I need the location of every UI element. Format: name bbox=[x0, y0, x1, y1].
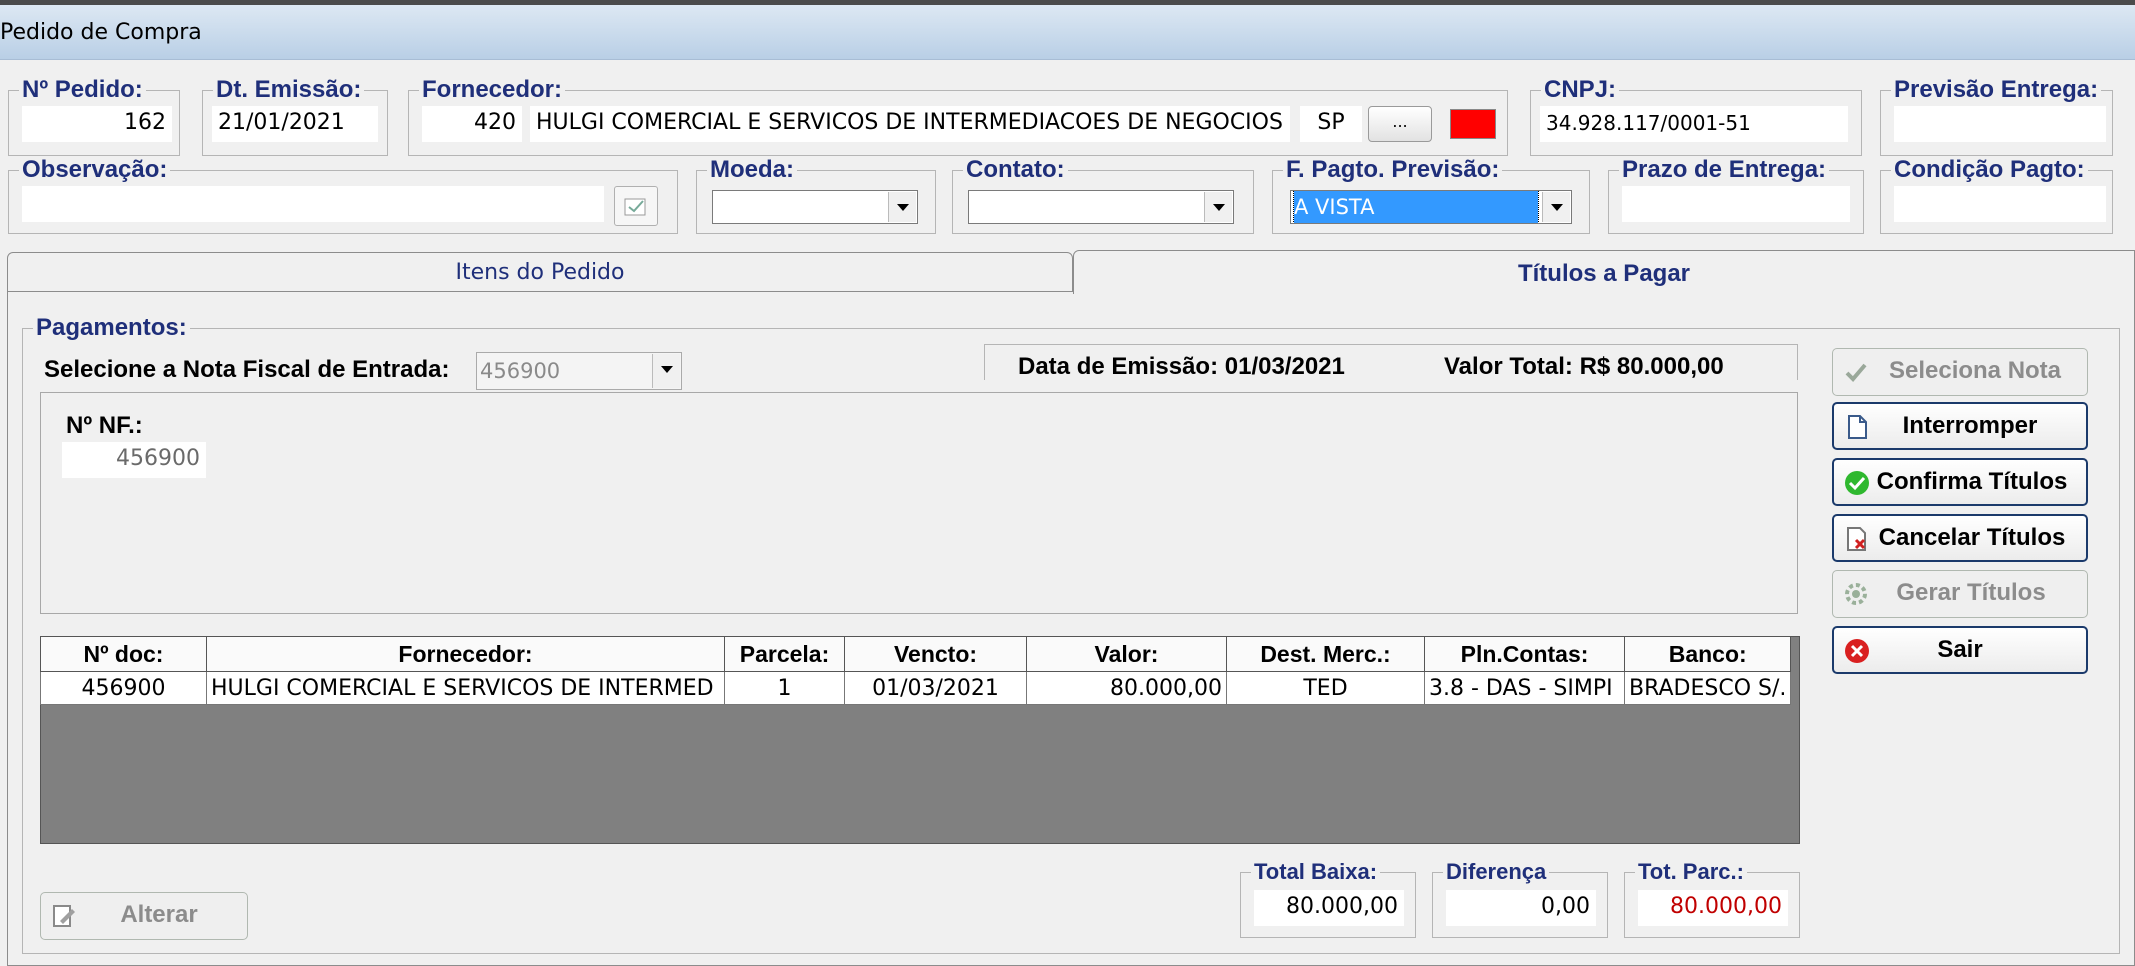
alterar-button[interactable]: Alterar bbox=[40, 892, 248, 940]
nota-fiscal-label: Selecione a Nota Fiscal de Entrada: bbox=[44, 356, 450, 383]
diferenca-field[interactable]: 0,00 bbox=[1446, 890, 1596, 926]
confirma-titulos-label: Confirma Títulos bbox=[1876, 468, 2068, 495]
fornecedor-status-indicator bbox=[1450, 109, 1496, 139]
prazo-entrega-field[interactable] bbox=[1622, 186, 1850, 222]
tab-itens-pedido[interactable]: Itens do Pedido bbox=[7, 252, 1073, 292]
seleciona-nota-button[interactable]: Seleciona Nota bbox=[1832, 348, 2088, 396]
observacao-label: Observação: bbox=[22, 156, 168, 183]
table-cell[interactable]: TED bbox=[1226, 671, 1425, 705]
confirm-check-icon bbox=[1845, 471, 1869, 495]
contato-select[interactable] bbox=[968, 190, 1234, 224]
chevron-down-icon[interactable] bbox=[1204, 192, 1232, 222]
table-cell[interactable]: BRADESCO S/. bbox=[1623, 671, 1792, 705]
chevron-down-icon[interactable] bbox=[652, 354, 680, 388]
cancelar-titulos-label: Cancelar Títulos bbox=[1878, 524, 2066, 551]
check-icon bbox=[1845, 363, 1867, 382]
valor-total-text: Valor Total: R$ 80.000,00 bbox=[1444, 353, 1724, 380]
confirma-titulos-button[interactable]: Confirma Títulos bbox=[1832, 458, 2088, 506]
seleciona-nota-label: Seleciona Nota bbox=[1888, 357, 2062, 384]
condicao-pagto-label: Condição Pagto: bbox=[1894, 156, 2085, 183]
fornecedor-lookup-button[interactable]: ... bbox=[1368, 106, 1432, 142]
condicao-pagto-field[interactable] bbox=[1894, 186, 2106, 222]
nf-panel bbox=[40, 392, 1798, 614]
table-cell[interactable]: 3.8 - DAS - SIMPI bbox=[1424, 671, 1625, 705]
column-header[interactable]: Vencto: bbox=[844, 636, 1027, 672]
column-header[interactable]: Pln.Contas: bbox=[1424, 636, 1625, 672]
pagamentos-label: Pagamentos: bbox=[36, 314, 187, 341]
fornecedor-name-field[interactable]: HULGI COMERCIAL E SERVICOS DE INTERMEDIA… bbox=[530, 106, 1290, 142]
sair-button[interactable]: Sair bbox=[1832, 626, 2088, 674]
table-row[interactable]: 456900 HULGI COMERCIAL E SERVICOS DE INT… bbox=[40, 671, 1792, 705]
sair-label: Sair bbox=[1937, 636, 1983, 663]
contato-label: Contato: bbox=[966, 156, 1065, 183]
gerar-titulos-label: Gerar Títulos bbox=[1896, 579, 2046, 606]
total-baixa-field[interactable]: 80.000,00 bbox=[1254, 890, 1404, 926]
document-icon bbox=[1848, 415, 1867, 439]
table-cell[interactable]: HULGI COMERCIAL E SERVICOS DE INTERMED bbox=[206, 671, 725, 705]
tot-parc-field[interactable]: 80.000,00 bbox=[1638, 890, 1788, 926]
column-header[interactable]: Parcela: bbox=[724, 636, 845, 672]
observacao-edit-button[interactable] bbox=[614, 186, 658, 226]
chevron-down-icon[interactable] bbox=[888, 192, 916, 222]
column-header[interactable]: Dest. Merc.: bbox=[1226, 636, 1425, 672]
prazo-entrega-label: Prazo de Entrega: bbox=[1622, 156, 1827, 183]
data-emissao-text: Data de Emissão: 01/03/2021 bbox=[1018, 353, 1345, 380]
table-cell[interactable]: 1 bbox=[724, 671, 845, 705]
window-title-bar: Pedido de Compra bbox=[0, 0, 2135, 60]
fornecedor-code-field[interactable]: 420 bbox=[422, 106, 522, 142]
cnpj-field[interactable]: 34.928.117/0001-51 bbox=[1540, 106, 1848, 142]
table-cell[interactable]: 456900 bbox=[40, 671, 207, 705]
total-baixa-label: Total Baixa: bbox=[1254, 859, 1378, 884]
fornecedor-uf-field[interactable]: SP bbox=[1300, 106, 1362, 142]
gerar-titulos-button[interactable]: Gerar Títulos bbox=[1832, 570, 2088, 618]
diferenca-label: Diferença bbox=[1446, 859, 1547, 884]
window-title: Pedido de Compra bbox=[0, 20, 202, 45]
nota-fiscal-value: 456900 bbox=[480, 359, 561, 383]
emissao-field[interactable]: 21/01/2021 bbox=[212, 106, 378, 142]
moeda-select[interactable] bbox=[712, 190, 918, 224]
table-cell[interactable]: 01/03/2021 bbox=[844, 671, 1027, 705]
cnpj-label: CNPJ: bbox=[1544, 76, 1617, 103]
emissao-label: Dt. Emissão: bbox=[216, 76, 362, 103]
edit-icon bbox=[53, 905, 75, 927]
nota-fiscal-select[interactable]: 456900 bbox=[476, 352, 682, 390]
table-cell[interactable]: 80.000,00 bbox=[1026, 671, 1227, 705]
titulos-grid: Nº doc: Fornecedor: Parcela: Vencto: Val… bbox=[40, 636, 1792, 705]
nf-label: Nº NF.: bbox=[66, 412, 143, 439]
pedido-field[interactable]: 162 bbox=[22, 106, 172, 142]
interromper-button[interactable]: Interromper bbox=[1832, 402, 2088, 450]
moeda-label: Moeda: bbox=[710, 156, 794, 183]
gear-icon bbox=[1845, 583, 1867, 605]
f-pagto-select[interactable]: A VISTA bbox=[1290, 190, 1572, 224]
f-pagto-label: F. Pagto. Previsão: bbox=[1286, 156, 1500, 183]
tab-titulos-pagar[interactable]: Títulos a Pagar bbox=[1073, 250, 2135, 294]
chevron-down-icon[interactable] bbox=[1542, 192, 1570, 222]
column-header[interactable]: Nº doc: bbox=[40, 636, 207, 672]
previsao-entrega-label: Previsão Entrega: bbox=[1894, 76, 2099, 103]
tot-parc-label: Tot. Parc.: bbox=[1638, 859, 1744, 884]
previsao-entrega-field[interactable] bbox=[1894, 106, 2106, 142]
grid-header-row: Nº doc: Fornecedor: Parcela: Vencto: Val… bbox=[40, 636, 1792, 672]
document-delete-icon bbox=[1847, 527, 1866, 551]
alterar-label: Alterar bbox=[120, 901, 198, 928]
nf-field[interactable]: 456900 bbox=[62, 442, 206, 478]
f-pagto-value: A VISTA bbox=[1293, 191, 1539, 223]
fornecedor-label: Fornecedor: bbox=[422, 76, 563, 103]
close-icon bbox=[1845, 639, 1869, 663]
observacao-field[interactable] bbox=[22, 186, 604, 222]
column-header[interactable]: Fornecedor: bbox=[206, 636, 725, 672]
interromper-label: Interromper bbox=[1902, 412, 2038, 439]
column-header[interactable]: Valor: bbox=[1026, 636, 1227, 672]
cancelar-titulos-button[interactable]: Cancelar Títulos bbox=[1832, 514, 2088, 562]
column-header[interactable]: Banco: bbox=[1623, 636, 1792, 672]
note-edit-icon bbox=[624, 198, 646, 216]
pedido-label: Nº Pedido: bbox=[22, 76, 143, 103]
